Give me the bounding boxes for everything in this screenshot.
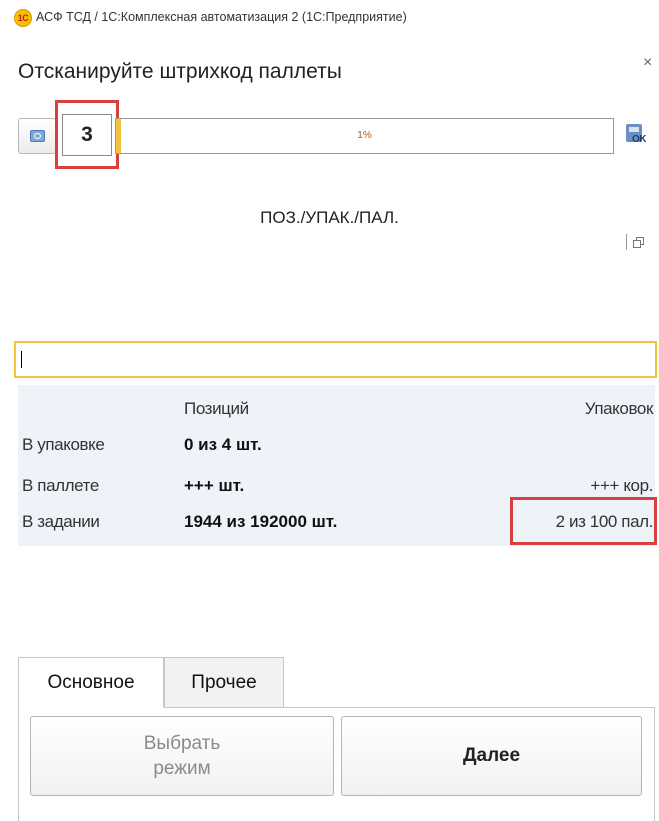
count-highlight-frame: [55, 100, 119, 169]
window-title: АСФ ТСД / 1С:Комплексная автоматизация 2…: [36, 10, 407, 24]
header-packages: Упаковок: [584, 399, 654, 418]
page-title: Отсканируйте штрихкод паллеты: [18, 60, 342, 83]
row-label-task: В задании: [22, 512, 100, 531]
expand-window-icon[interactable]: [626, 232, 648, 252]
text-caret: [21, 351, 22, 368]
select-mode-button[interactable]: Выбрать режим: [30, 716, 334, 796]
close-icon[interactable]: ×: [643, 55, 652, 71]
camera-icon: [30, 130, 45, 142]
tab-main[interactable]: Основное: [18, 657, 164, 708]
progress-bar: 1%: [115, 118, 614, 154]
ok-icon: OK: [632, 134, 647, 145]
row-positions-pallet: +++ шт.: [184, 476, 245, 495]
ok-button[interactable]: OK: [624, 122, 652, 150]
row-positions-task: 1944 из 192000 шт.: [184, 512, 338, 531]
row-label-pallet: В паллете: [22, 476, 99, 495]
row-packages-pallet: +++ кор.: [590, 476, 653, 495]
next-button[interactable]: Далее: [341, 716, 642, 796]
select-mode-label-line2: режим: [153, 758, 211, 779]
row-positions-package: 0 из 4 шт.: [184, 435, 262, 454]
mode-label: ПОЗ./УПАК./ПАЛ.: [260, 208, 399, 227]
row-label-package: В упаковке: [22, 435, 105, 454]
app-logo-icon: 1С: [14, 9, 32, 27]
progress-percent: 1%: [357, 130, 372, 141]
scan-camera-button[interactable]: [18, 118, 56, 154]
tab-other[interactable]: Прочее: [164, 657, 284, 708]
barcode-input[interactable]: [14, 341, 657, 378]
select-mode-label-line1: Выбрать: [143, 733, 221, 754]
header-positions: Позиций: [184, 399, 249, 418]
packages-highlight-frame: [510, 497, 657, 545]
